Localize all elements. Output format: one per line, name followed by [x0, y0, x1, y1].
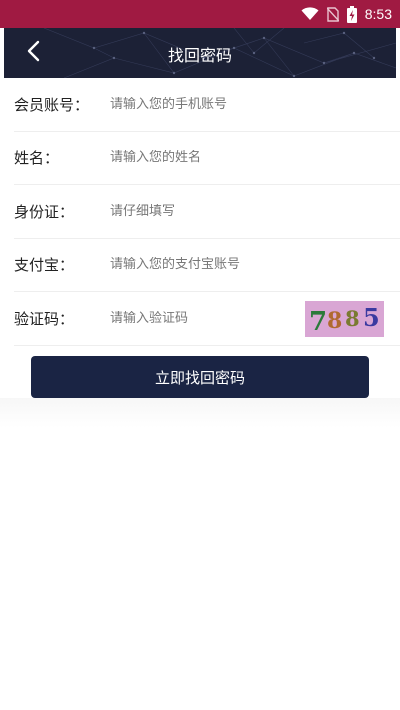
recover-password-form: 会员账号： 姓名： 身份证： 支付宝： 验证码： 7 8 8 5 — [14, 78, 400, 346]
name-input[interactable] — [110, 150, 300, 166]
alipay-row: 支付宝： — [14, 239, 400, 292]
captcha-row: 验证码： 7 8 8 5 — [14, 292, 400, 346]
form-bottom-shade — [0, 398, 400, 428]
account-input[interactable] — [110, 96, 300, 112]
captcha-image[interactable]: 7 8 8 5 — [305, 301, 384, 337]
wifi-icon — [301, 7, 319, 21]
name-row: 姓名： — [14, 132, 400, 185]
captcha-digit: 7 — [309, 307, 327, 337]
account-row: 会员账号： — [14, 78, 400, 132]
alipay-input[interactable] — [110, 257, 300, 273]
captcha-digit: 5 — [363, 303, 380, 332]
no-sim-icon — [326, 6, 339, 22]
status-bar: 8:53 — [0, 0, 400, 28]
id-card-label: 身份证： — [14, 202, 75, 221]
account-label: 会员账号： — [14, 95, 90, 114]
alipay-label: 支付宝： — [14, 256, 75, 275]
battery-charging-icon — [346, 5, 357, 23]
status-time: 8:53 — [364, 6, 392, 22]
captcha-digit: 8 — [327, 308, 342, 334]
header-bar: 找回密码 — [4, 28, 396, 78]
name-label: 姓名： — [14, 149, 60, 168]
id-card-input[interactable] — [110, 203, 300, 219]
id-card-row: 身份证： — [14, 185, 400, 239]
page-title: 找回密码 — [167, 46, 232, 65]
submit-button-label: 立即找回密码 — [154, 368, 245, 387]
captcha-label: 验证码： — [14, 309, 75, 328]
captcha-digit: 8 — [345, 306, 360, 331]
captcha-input[interactable] — [110, 310, 300, 326]
submit-button[interactable]: 立即找回密码 — [31, 356, 369, 398]
